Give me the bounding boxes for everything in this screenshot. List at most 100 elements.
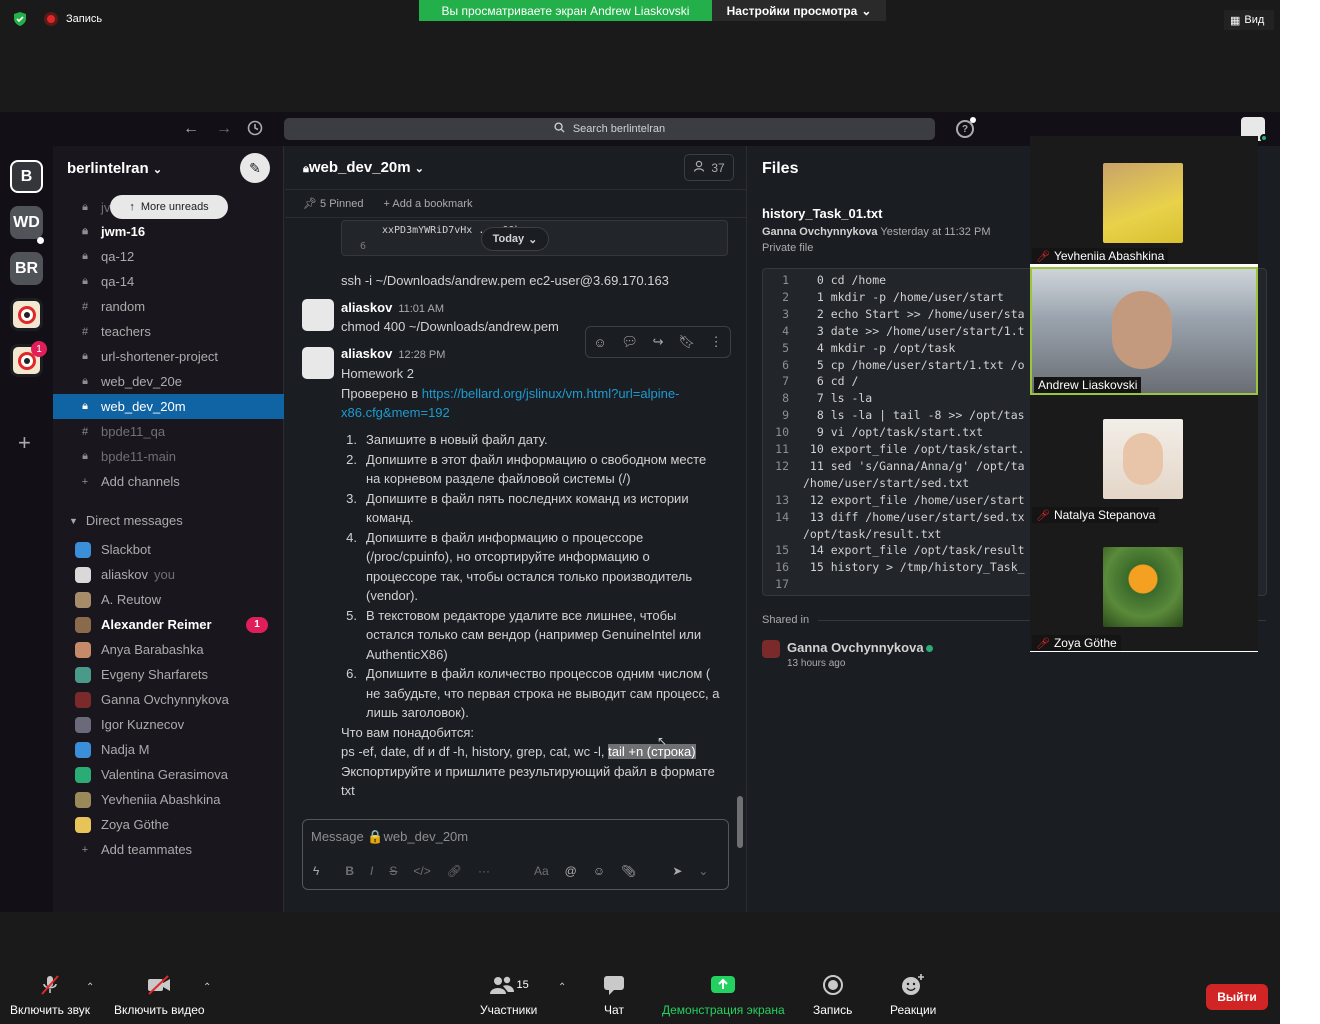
chat-button[interactable]: Чат xyxy=(603,974,625,1017)
pinned-button[interactable]: 📌︎ 5 Pinned xyxy=(303,197,363,210)
channel-title-button[interactable]: 🔒︎web_dev_20m ⌄ xyxy=(303,159,424,176)
dm-item[interactable]: Anya Barabashka xyxy=(53,637,284,662)
video-tile[interactable]: 🎤︎ Zoya Göthe xyxy=(1030,523,1258,651)
add-channels-button[interactable]: + Add channels xyxy=(53,469,284,494)
sidebar-channel[interactable]: 🔒︎ qa-14 xyxy=(53,269,284,294)
workspace-icon[interactable] xyxy=(10,298,43,331)
add-reaction-icon[interactable]: ☺ xyxy=(593,335,606,350)
strikethrough-icon[interactable]: S xyxy=(389,864,397,878)
sidebar-channel[interactable]: 🔒︎ bpde11-main xyxy=(53,444,284,469)
avatar[interactable] xyxy=(762,640,780,658)
message-composer[interactable]: Message 🔒web_dev_20m ϟ B I S </> 🔗︎ ··· … xyxy=(302,819,729,890)
emoji-icon[interactable]: ☺ xyxy=(593,864,605,878)
lock-icon: 🔒︎ xyxy=(82,350,88,362)
dm-item[interactable]: Valentina Gerasimova xyxy=(53,762,284,787)
dm-item[interactable]: Zoya Göthe xyxy=(53,812,284,837)
avatar[interactable] xyxy=(302,299,334,331)
send-icon[interactable]: ➤ xyxy=(672,864,682,878)
sidebar-channel[interactable]: # random xyxy=(53,294,284,319)
direct-messages-header[interactable]: ▼ Direct messages xyxy=(53,508,284,533)
dm-item[interactable]: Slackbot xyxy=(53,537,284,562)
share-icon[interactable]: ↪ xyxy=(653,334,664,350)
italic-icon[interactable]: I xyxy=(370,864,373,878)
avatar[interactable] xyxy=(302,347,334,379)
message-link[interactable]: x86.cfg&mem=192 xyxy=(341,405,450,420)
message-input[interactable]: Message 🔒web_dev_20m xyxy=(311,829,468,845)
dm-item[interactable]: Evgeny Sharfarets xyxy=(53,662,284,687)
avatar xyxy=(75,766,91,783)
more-icon[interactable]: ⋮ xyxy=(710,334,723,350)
reply-thread-icon[interactable]: 💬︎ xyxy=(621,334,638,350)
sidebar-channel[interactable]: 🔒︎ qa-12 xyxy=(53,244,284,269)
mention-icon[interactable]: @ xyxy=(565,864,577,878)
shared-by-name[interactable]: Ganna Ovchynnykova xyxy=(787,640,924,655)
text-format-icon[interactable]: Aa xyxy=(534,864,549,878)
workspace-b[interactable]: B xyxy=(10,160,43,193)
file-author[interactable]: Ganna Ovchynnykova xyxy=(762,226,878,238)
reactions-button[interactable]: Реакции xyxy=(890,974,936,1017)
message-time[interactable]: 11:01 AM xyxy=(398,303,444,315)
message-time[interactable]: 12:28 PM xyxy=(398,349,445,361)
share-screen-button[interactable]: Демонстрация экрана xyxy=(662,974,785,1017)
more-unreads-button[interactable]: ↑ More unreads xyxy=(110,195,228,219)
workspace-br[interactable]: BR xyxy=(10,252,43,285)
dm-item[interactable]: Nadja M xyxy=(53,737,284,762)
message-author[interactable]: aliaskov xyxy=(341,346,392,361)
message-author[interactable]: aliaskov xyxy=(341,300,392,315)
view-button[interactable]: ▦ Вид xyxy=(1224,10,1274,30)
dm-item[interactable]: Alexander Reimer 1 xyxy=(53,612,284,637)
link-icon[interactable]: 🔗︎ xyxy=(447,864,462,878)
more-formatting-icon[interactable]: ··· xyxy=(478,864,490,878)
sidebar-channel[interactable]: # bpde11_qa xyxy=(53,419,284,444)
bold-icon[interactable]: B xyxy=(345,864,354,878)
members-button[interactable]: 37 xyxy=(684,154,734,181)
video-tile[interactable]: 🎤︎ Yevheniia Abashkina xyxy=(1030,136,1258,264)
dm-item[interactable]: aliaskov you xyxy=(53,562,284,587)
chevron-up-icon[interactable]: ⌃ xyxy=(203,982,211,993)
workspace-wd[interactable]: WD xyxy=(10,206,43,239)
chevron-up-icon[interactable]: ⌃ xyxy=(86,982,94,993)
shortcuts-icon[interactable]: ϟ xyxy=(313,864,319,878)
start-video-button[interactable]: Включить видео xyxy=(114,974,205,1017)
dm-item[interactable]: Yevheniia Abashkina xyxy=(53,787,284,812)
compose-icon[interactable]: ✎ xyxy=(240,153,270,183)
back-arrow-icon[interactable]: ← xyxy=(183,120,199,138)
bookmark-icon[interactable]: 🔖︎ xyxy=(678,334,695,350)
attach-icon[interactable]: 📎︎ xyxy=(621,864,636,878)
scrollbar[interactable] xyxy=(737,796,743,848)
sidebar-channel[interactable]: 🔒︎ url-shortener-project xyxy=(53,344,284,369)
dm-item[interactable]: A. Reutow xyxy=(53,587,284,612)
panel-title: Files xyxy=(762,160,799,177)
view-settings-button[interactable]: Настройки просмотра ⌄ xyxy=(712,0,886,21)
unmute-button[interactable]: Включить звук xyxy=(10,974,90,1017)
chevron-up-icon[interactable]: ⌃ xyxy=(558,982,566,993)
code-icon[interactable]: </> xyxy=(413,864,430,878)
recording-indicator[interactable]: Запись xyxy=(10,9,102,29)
sidebar-channel[interactable]: # teachers xyxy=(53,319,284,344)
participants-button[interactable]: 15 Участники xyxy=(480,974,537,1017)
date-divider-button[interactable]: Today ⌄ xyxy=(481,227,549,251)
sidebar-channel[interactable]: 🔒︎ web_dev_20e xyxy=(53,369,284,394)
share-screen-icon xyxy=(710,974,736,996)
mouse-cursor-icon: ↖ xyxy=(657,734,668,748)
participant-name: Yevheniia Abashkina xyxy=(1053,249,1165,263)
sidebar-channel[interactable]: 🔒︎ jwm-16 xyxy=(53,219,284,244)
dm-item[interactable]: Ganna Ovchynnykova xyxy=(53,687,284,712)
forward-arrow-icon[interactable]: → xyxy=(216,120,232,138)
history-icon[interactable] xyxy=(247,120,263,141)
message-link[interactable]: https://bellard.org/jslinux/vm.html?url=… xyxy=(422,386,680,401)
file-name[interactable]: history_Task_01.txt xyxy=(762,206,882,221)
video-tile-active-speaker[interactable]: Andrew Liaskovski xyxy=(1030,267,1258,395)
chevron-down-icon: ⌄ xyxy=(861,3,872,18)
add-teammates-button[interactable]: + Add teammates xyxy=(53,837,284,862)
add-bookmark-button[interactable]: + Add a bookmark xyxy=(383,198,472,210)
record-button[interactable]: Запись xyxy=(813,974,852,1017)
add-workspace-icon[interactable]: + xyxy=(18,430,31,456)
leave-button[interactable]: Выйти xyxy=(1206,984,1268,1010)
dm-item[interactable]: Igor Kuznecov xyxy=(53,712,284,737)
search-input[interactable]: Search berlintelran xyxy=(284,118,935,140)
sidebar-channel-active[interactable]: 🔒︎ web_dev_20m xyxy=(53,394,284,419)
video-tile[interactable]: 🎤︎ Natalya Stepanova xyxy=(1030,395,1258,523)
send-options-icon[interactable]: ⌄ xyxy=(698,864,708,878)
workspace-name-button[interactable]: berlintelran ⌄ xyxy=(67,160,162,177)
